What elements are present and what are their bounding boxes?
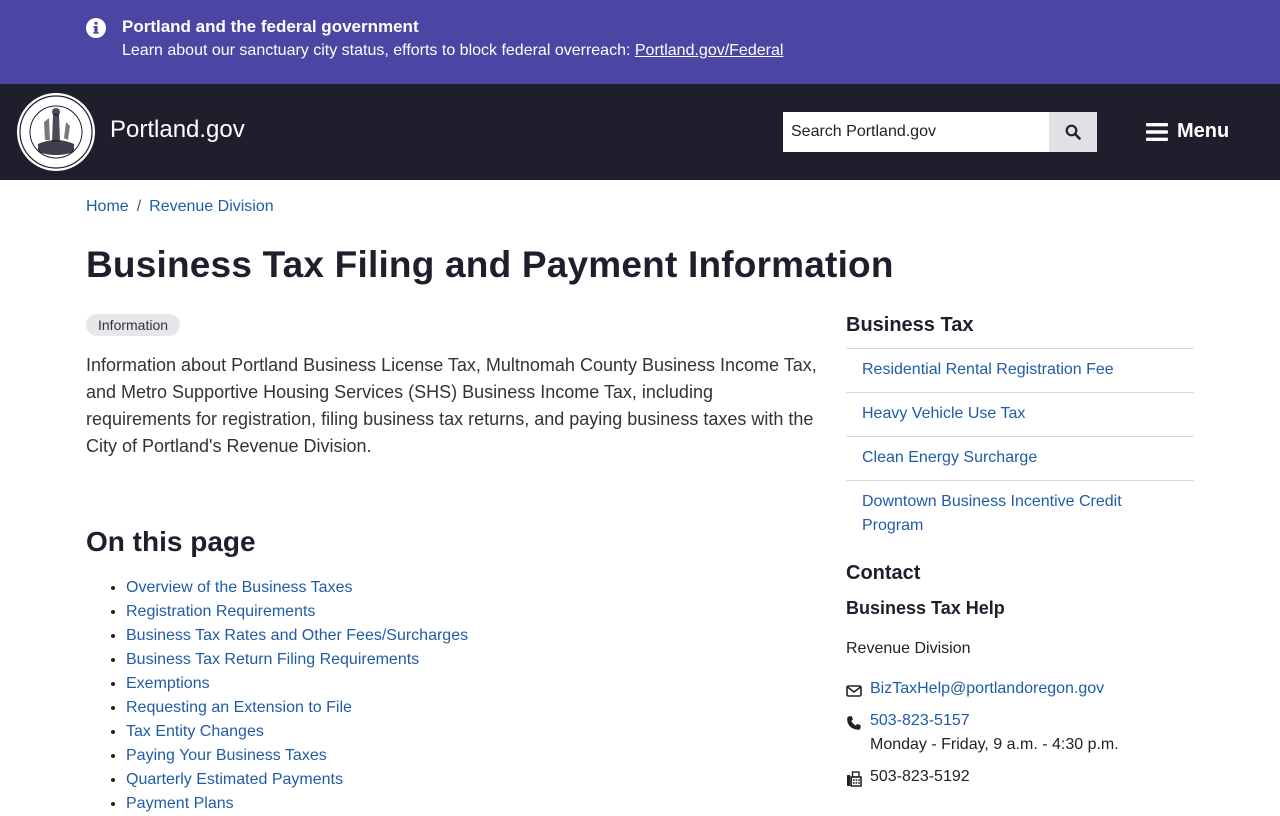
list-item: Quarterly Estimated Payments (126, 768, 468, 792)
search-button[interactable] (1049, 112, 1097, 152)
sidebar-link-downtown-incentive[interactable]: Downtown Business Incentive Credit Progr… (862, 493, 1122, 534)
breadcrumb: Home / Revenue Division (86, 198, 274, 216)
toc-link[interactable]: Exemptions (126, 675, 210, 692)
site-name[interactable]: Portland.gov (110, 116, 245, 144)
search-icon (1065, 124, 1081, 140)
toc-title: On this page (86, 526, 256, 557)
contact-phone-link[interactable]: 503-823-5157 (870, 712, 970, 730)
sidebar-title: Business Tax (846, 314, 974, 336)
toc-link[interactable]: Payment Plans (126, 795, 234, 812)
info-icon (86, 18, 106, 38)
contact-org: Revenue Division (846, 640, 971, 657)
list-item: Payment Plans (126, 792, 468, 816)
content-type-badge: Information (86, 314, 181, 336)
list-item: Business Tax Rates and Other Fees/Surcha… (126, 624, 468, 648)
breadcrumb-revenue-division[interactable]: Revenue Division (149, 198, 274, 216)
alert-federal-link[interactable]: Portland.gov/Federal (635, 42, 784, 59)
contact-fax-row: 503-823-5192 (846, 768, 970, 787)
contact-hours: Monday - Friday, 9 a.m. - 4:30 p.m. (870, 736, 1119, 753)
phone-icon (847, 716, 861, 730)
page-title: Business Tax Filing and Payment Informat… (86, 244, 894, 285)
toc-link[interactable]: Registration Requirements (126, 603, 315, 620)
sidebar-item: Downtown Business Incentive Credit Progr… (846, 481, 1194, 548)
breadcrumb-home[interactable]: Home (86, 198, 129, 216)
toc-link[interactable]: Tax Entity Changes (126, 723, 264, 740)
envelope-icon (846, 685, 862, 697)
toc-list: Overview of the Business Taxes Registrat… (86, 576, 468, 816)
list-item: Requesting an Extension to File (126, 696, 468, 720)
contact-fax-number: 503-823-5192 (870, 768, 970, 785)
sidebar-nav: Residential Rental Registration Fee Heav… (846, 348, 1194, 548)
toc-link[interactable]: Quarterly Estimated Payments (126, 771, 343, 788)
toc-link[interactable]: Business Tax Rates and Other Fees/Surcha… (126, 627, 468, 644)
toc-link[interactable]: Requesting an Extension to File (126, 699, 352, 716)
breadcrumb-separator: / (136, 198, 142, 215)
fax-icon (847, 771, 862, 787)
alert-text: Learn about our sanctuary city status, e… (122, 42, 783, 60)
menu-button[interactable]: Menu (1146, 120, 1229, 143)
toc-link[interactable]: Business Tax Return Filing Requirements (126, 651, 419, 668)
sidebar-item: Residential Rental Registration Fee (846, 349, 1194, 393)
contact-title: Contact (846, 562, 921, 584)
contact-email-link[interactable]: BizTaxHelp@portlandoregon.gov (870, 680, 1104, 698)
contact-email-row: BizTaxHelp@portlandoregon.gov (846, 680, 1104, 699)
city-seal-logo[interactable] (16, 92, 96, 172)
list-item: Paying Your Business Taxes (126, 744, 468, 768)
sidebar-link-clean-energy[interactable]: Clean Energy Surcharge (862, 449, 1037, 466)
site-header: Portland.gov Menu (0, 84, 1280, 180)
sidebar-item: Clean Energy Surcharge (846, 437, 1194, 481)
toc-link[interactable]: Paying Your Business Taxes (126, 747, 327, 764)
sidebar-item: Heavy Vehicle Use Tax (846, 393, 1194, 437)
list-item: Registration Requirements (126, 600, 468, 624)
contact-phone-row: 503-823-5157 (846, 712, 970, 731)
intro-paragraph: Information about Portland Business Lice… (86, 355, 817, 456)
sidebar-link-heavy-vehicle[interactable]: Heavy Vehicle Use Tax (862, 405, 1025, 422)
toc-link[interactable]: Overview of the Business Taxes (126, 579, 352, 596)
contact-name: Business Tax Help (846, 598, 1005, 618)
alert-text-body: Learn about our sanctuary city status, e… (122, 42, 635, 59)
search-input[interactable] (783, 112, 1049, 152)
list-item: Business Tax Return Filing Requirements (126, 648, 468, 672)
alert-banner: Portland and the federal government Lear… (0, 0, 1280, 84)
list-item: Tax Entity Changes (126, 720, 468, 744)
menu-label: Menu (1177, 120, 1230, 142)
list-item: Exemptions (126, 672, 468, 696)
hamburger-icon (1146, 122, 1168, 141)
list-item: Overview of the Business Taxes (126, 576, 468, 600)
alert-title: Portland and the federal government (122, 17, 419, 36)
sidebar-link-residential-rental[interactable]: Residential Rental Registration Fee (862, 361, 1114, 378)
